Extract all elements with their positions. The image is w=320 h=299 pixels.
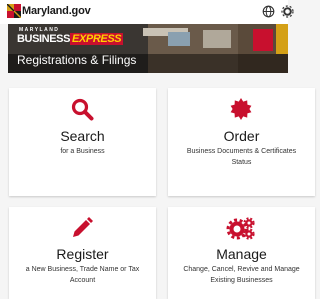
order-card-title: Order	[223, 128, 260, 144]
business-express-logo: BUSINESS EXPRESS	[17, 33, 124, 45]
gear-icon[interactable]	[281, 5, 294, 18]
hero-banner: MARYLAND BUSINESS EXPRESS Registrations &…	[8, 24, 288, 73]
manage-card-subtitle-line2: Existing Businesses	[210, 277, 273, 284]
manage-card-subtitle-line1: Change, Cancel, Revive and Manage	[183, 266, 300, 273]
search-card[interactable]: Search for a Business	[9, 88, 156, 196]
badge-icon	[230, 98, 252, 120]
order-card-subtitle-line2: Status	[231, 159, 252, 166]
search-card-subtitle: for a Business	[60, 148, 105, 155]
brand-word-business: BUSINESS	[17, 33, 71, 45]
brand-word-express: EXPRESS	[70, 33, 124, 45]
site-name[interactable]: Maryland.gov	[22, 5, 91, 17]
globe-icon[interactable]	[262, 5, 275, 18]
register-card-subtitle-line2: Account	[69, 277, 96, 284]
order-card[interactable]: Order Business Documents & Certificates …	[168, 88, 315, 196]
register-card[interactable]: Register a New Business, Trade Name or T…	[9, 207, 156, 299]
register-card-title: Register	[56, 246, 109, 262]
manage-card-title: Manage	[216, 246, 267, 262]
search-card-title: Search	[60, 128, 105, 144]
search-icon	[71, 98, 94, 121]
manage-card[interactable]: Manage Change, Cancel, Revive and Manage…	[168, 207, 315, 299]
pencil-icon	[73, 217, 93, 237]
order-card-subtitle-line1: Business Documents & Certificates	[186, 148, 297, 155]
top-bar: Maryland.gov	[0, 0, 294, 24]
banner-title: Registrations & Filings	[17, 53, 137, 67]
maryland-flag-logo[interactable]	[7, 4, 21, 18]
register-card-subtitle-line1: a New Business, Trade Name or Tax	[25, 266, 140, 273]
gears-icon	[226, 217, 255, 240]
